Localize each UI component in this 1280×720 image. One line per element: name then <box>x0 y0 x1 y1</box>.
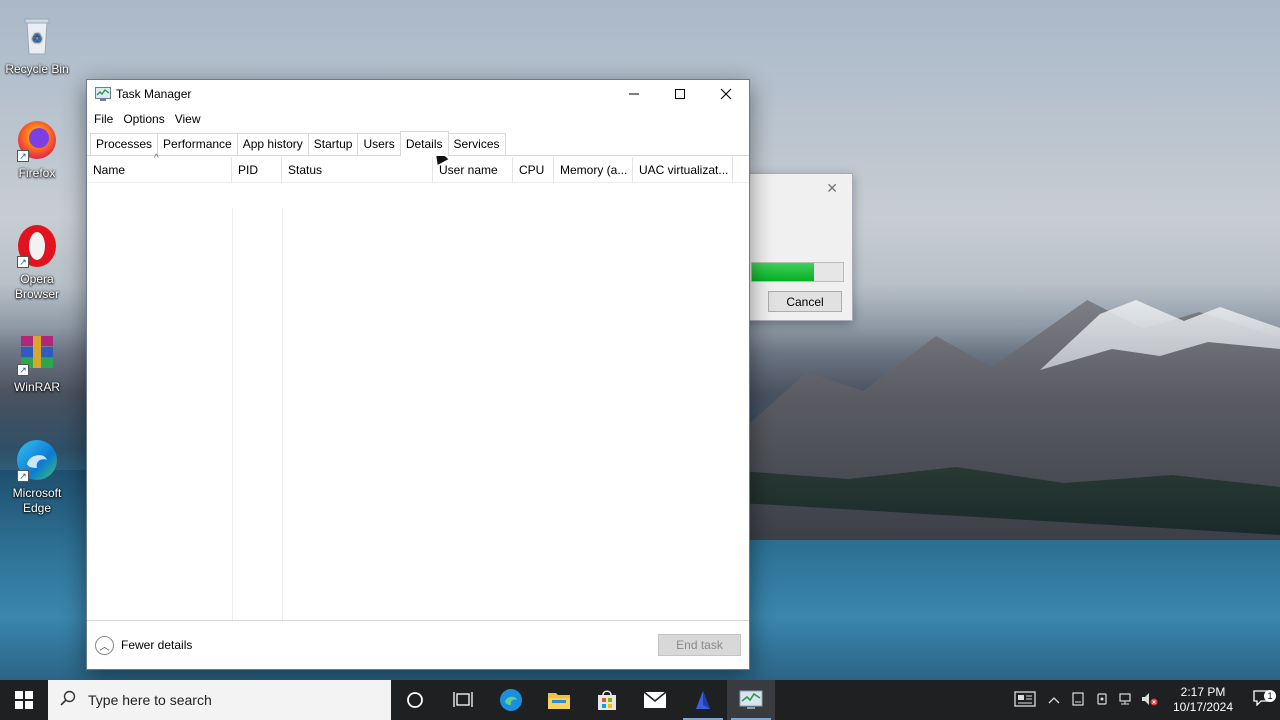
taskbar: Type here to search 2:17 PM 10/17/2024 1 <box>0 680 1280 720</box>
column-memory[interactable]: Memory (a... <box>554 156 633 183</box>
desktop-icon-label: WinRAR <box>13 380 60 394</box>
taskbar-store[interactable] <box>583 680 631 720</box>
column-pid[interactable]: PID <box>232 156 282 183</box>
task-view-button[interactable] <box>439 680 487 720</box>
column-cpu[interactable]: CPU <box>513 156 554 183</box>
task-manager-icon <box>95 87 111 101</box>
desktop-icon-edge[interactable]: ↗ Microsoft Edge <box>4 438 70 516</box>
desktop-icon-label: Firefox <box>18 166 56 180</box>
column-header-row: ^ Name PID Status User name CPU Memory (… <box>87 153 749 183</box>
menu-view[interactable]: View <box>174 112 208 126</box>
column-status[interactable]: Status <box>282 156 433 183</box>
firefox-icon: ↗ <box>15 118 59 162</box>
show-hidden-icons-chevron-icon[interactable] <box>1042 693 1066 708</box>
tab-startup[interactable]: Startup <box>307 133 359 155</box>
tab-users[interactable]: Users <box>357 133 401 155</box>
footer-bar: ︿ Fewer details End task <box>87 620 749 669</box>
task-view-icon <box>453 692 473 707</box>
menu-options[interactable]: Options <box>122 112 171 126</box>
search-icon <box>60 690 76 711</box>
fewer-details-label: Fewer details <box>121 638 193 652</box>
tray-device-icon[interactable] <box>1066 691 1090 709</box>
chevron-up-icon: ︿ <box>95 635 114 655</box>
folder-icon <box>548 693 570 709</box>
winrar-icon: ↗ <box>15 332 59 376</box>
tab-details[interactable]: Details <box>399 131 449 156</box>
windows-logo-icon <box>15 691 33 709</box>
column-divider <box>282 208 283 622</box>
start-button[interactable] <box>0 680 48 720</box>
desktop-icon-label: Opera Browser <box>14 272 59 301</box>
close-icon <box>720 88 732 100</box>
network-icon[interactable] <box>1114 692 1138 709</box>
progress-bar <box>751 262 844 282</box>
svg-text:♻: ♻ <box>32 31 43 45</box>
recycle-bin-icon: ♻ <box>15 14 59 58</box>
title-bar[interactable]: Task Manager <box>87 80 749 108</box>
desktop-icon-label: Microsoft Edge <box>12 486 62 515</box>
cancel-button[interactable]: Cancel <box>768 291 842 312</box>
task-manager-icon <box>739 690 763 709</box>
tab-processes[interactable]: Processes <box>90 133 159 155</box>
shortcut-arrow-icon: ↗ <box>17 150 29 162</box>
taskbar-edge[interactable] <box>487 680 535 720</box>
desktop-icon-recycle-bin[interactable]: ♻ Recycle Bin <box>4 14 70 77</box>
app-sail-icon <box>696 691 710 709</box>
desktop-icon-label: Recycle Bin <box>5 62 69 76</box>
close-button[interactable] <box>703 80 749 108</box>
edge-icon <box>500 689 522 711</box>
notification-center-button[interactable]: 1 <box>1244 690 1280 710</box>
tab-performance[interactable]: Performance <box>157 133 238 155</box>
notification-count: 1 <box>1264 690 1276 702</box>
taskbar-task-manager[interactable] <box>727 680 775 720</box>
cortana-icon <box>407 692 423 708</box>
shortcut-arrow-icon: ↗ <box>17 364 29 376</box>
volume-muted-icon[interactable] <box>1138 692 1162 709</box>
taskbar-search-box[interactable]: Type here to search <box>48 680 391 720</box>
taskbar-clock[interactable]: 2:17 PM 10/17/2024 <box>1168 685 1238 715</box>
system-tray: 2:17 PM 10/17/2024 1 <box>1008 680 1280 720</box>
minimize-icon <box>629 93 639 95</box>
desktop-icon-opera[interactable]: ↗ Opera Browser <box>4 224 70 302</box>
tab-services[interactable]: Services <box>447 133 506 155</box>
menu-file[interactable]: File <box>93 112 120 126</box>
taskbar-app-blue[interactable] <box>679 680 727 720</box>
tab-strip: Processes Performance App history Startu… <box>87 130 749 156</box>
window-title: Task Manager <box>116 87 192 101</box>
menu-bar: File Options View <box>87 108 749 130</box>
fewer-details-toggle[interactable]: ︿ Fewer details <box>95 635 658 655</box>
column-uac-virtualization[interactable]: UAC virtualizat... <box>633 156 733 183</box>
tab-app-history[interactable]: App history <box>236 133 309 155</box>
maximize-icon <box>675 89 685 99</box>
taskbar-mail[interactable] <box>631 680 679 720</box>
sort-ascending-icon: ^ <box>154 153 159 164</box>
clock-date: 10/17/2024 <box>1172 700 1234 714</box>
column-divider <box>232 208 233 622</box>
cortana-button[interactable] <box>391 680 439 720</box>
search-placeholder: Type here to search <box>88 692 212 708</box>
task-manager-window: Task Manager File Options View Processes… <box>86 79 750 670</box>
desktop-icon-winrar[interactable]: ↗ WinRAR <box>4 332 70 395</box>
minimize-button[interactable] <box>611 80 657 108</box>
column-name[interactable]: Name <box>87 156 232 183</box>
process-list[interactable] <box>87 208 749 622</box>
store-bag-icon <box>598 690 616 710</box>
progress-fill <box>752 263 814 281</box>
opera-icon: ↗ <box>15 224 59 268</box>
dialog-close-icon[interactable]: ✕ <box>826 180 838 197</box>
news-widget-icon[interactable] <box>1008 690 1042 710</box>
mail-icon <box>643 691 667 708</box>
taskbar-apps <box>391 680 775 720</box>
clock-time: 2:17 PM <box>1180 685 1226 699</box>
taskbar-file-explorer[interactable] <box>535 680 583 720</box>
shortcut-arrow-icon: ↗ <box>17 470 29 482</box>
shortcut-arrow-icon: ↗ <box>17 256 29 268</box>
maximize-button[interactable] <box>657 80 703 108</box>
end-task-button[interactable]: End task <box>658 634 741 656</box>
edge-icon: ↗ <box>15 438 59 482</box>
desktop-icon-firefox[interactable]: ↗ Firefox <box>4 118 70 181</box>
tray-usb-icon[interactable] <box>1090 692 1114 709</box>
